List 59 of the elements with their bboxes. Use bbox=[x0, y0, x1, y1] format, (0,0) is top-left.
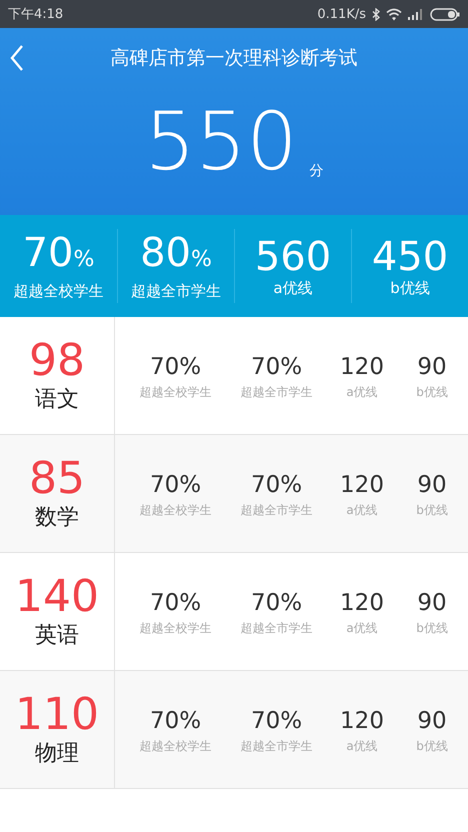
stat-value: 70% bbox=[148, 589, 202, 618]
subject-score: 85 bbox=[29, 454, 85, 502]
stat-value: 70% bbox=[250, 707, 304, 736]
stat-label: a优线 bbox=[345, 738, 379, 755]
back-button[interactable] bbox=[10, 45, 24, 71]
summary-label: 超越全市学生 bbox=[130, 282, 222, 301]
summary-value: 70% bbox=[22, 231, 96, 278]
stat-value: 90 bbox=[416, 353, 448, 382]
stat-label: a优线 bbox=[345, 502, 379, 519]
stat-value: 70% bbox=[250, 471, 304, 500]
stat-label: 超越全校学生 bbox=[138, 384, 212, 401]
stat-value: 120 bbox=[339, 589, 385, 618]
stat-label: b优线 bbox=[415, 502, 449, 519]
status-time: 下午4:18 bbox=[8, 6, 64, 23]
bluetooth-icon bbox=[372, 8, 380, 20]
wifi-icon bbox=[386, 8, 402, 20]
summary-value: 450 bbox=[370, 234, 450, 278]
stat-label: 超越全市学生 bbox=[240, 620, 314, 637]
summary-label: 超越全校学生 bbox=[12, 282, 104, 301]
summary-value: 560 bbox=[254, 234, 332, 278]
stat-value: 90 bbox=[416, 589, 448, 618]
stat-value: 70% bbox=[250, 353, 304, 382]
stat-value: 70% bbox=[148, 707, 202, 736]
stat-label: 超越全市学生 bbox=[240, 502, 314, 519]
stat-value: 90 bbox=[416, 471, 448, 500]
stat-value: 120 bbox=[339, 353, 385, 382]
summary-label: a优线 bbox=[272, 278, 314, 298]
stat-value: 120 bbox=[339, 707, 385, 736]
stat-label: a优线 bbox=[345, 384, 379, 401]
summary-value: 80% bbox=[139, 231, 213, 278]
total-score: 550 bbox=[144, 102, 298, 182]
stat-label: 超越全校学生 bbox=[138, 738, 212, 755]
subject-name: 数学 bbox=[35, 504, 79, 532]
score-unit: 分 bbox=[309, 162, 324, 180]
back-icon bbox=[10, 45, 24, 71]
stat-value: 70% bbox=[148, 471, 202, 500]
stat-label: b优线 bbox=[415, 620, 449, 637]
stat-label: 超越全校学生 bbox=[138, 502, 212, 519]
stat-label: 超越全市学生 bbox=[240, 384, 314, 401]
subject-name: 物理 bbox=[35, 740, 79, 768]
subject-score: 110 bbox=[15, 690, 99, 738]
exam-title: 高碑店市第一次理科诊断考试 bbox=[110, 46, 358, 71]
subject-name: 语文 bbox=[35, 386, 79, 414]
stat-value: 70% bbox=[148, 353, 202, 382]
stat-value: 90 bbox=[416, 707, 448, 736]
subject-score: 140 bbox=[15, 572, 99, 620]
subject-score: 98 bbox=[29, 336, 85, 384]
stat-label: 超越全市学生 bbox=[240, 738, 314, 755]
stat-label: a优线 bbox=[345, 620, 379, 637]
subject-name: 英语 bbox=[35, 622, 79, 650]
summary-label: b优线 bbox=[389, 278, 431, 298]
stat-label: b优线 bbox=[415, 738, 449, 755]
signal-icon bbox=[408, 8, 424, 20]
stat-label: 超越全校学生 bbox=[138, 620, 212, 637]
stat-value: 70% bbox=[250, 589, 304, 618]
network-speed: 0.11K/s bbox=[317, 6, 366, 22]
stat-label: b优线 bbox=[415, 384, 449, 401]
stat-value: 120 bbox=[339, 471, 385, 500]
battery-icon bbox=[430, 8, 460, 20]
